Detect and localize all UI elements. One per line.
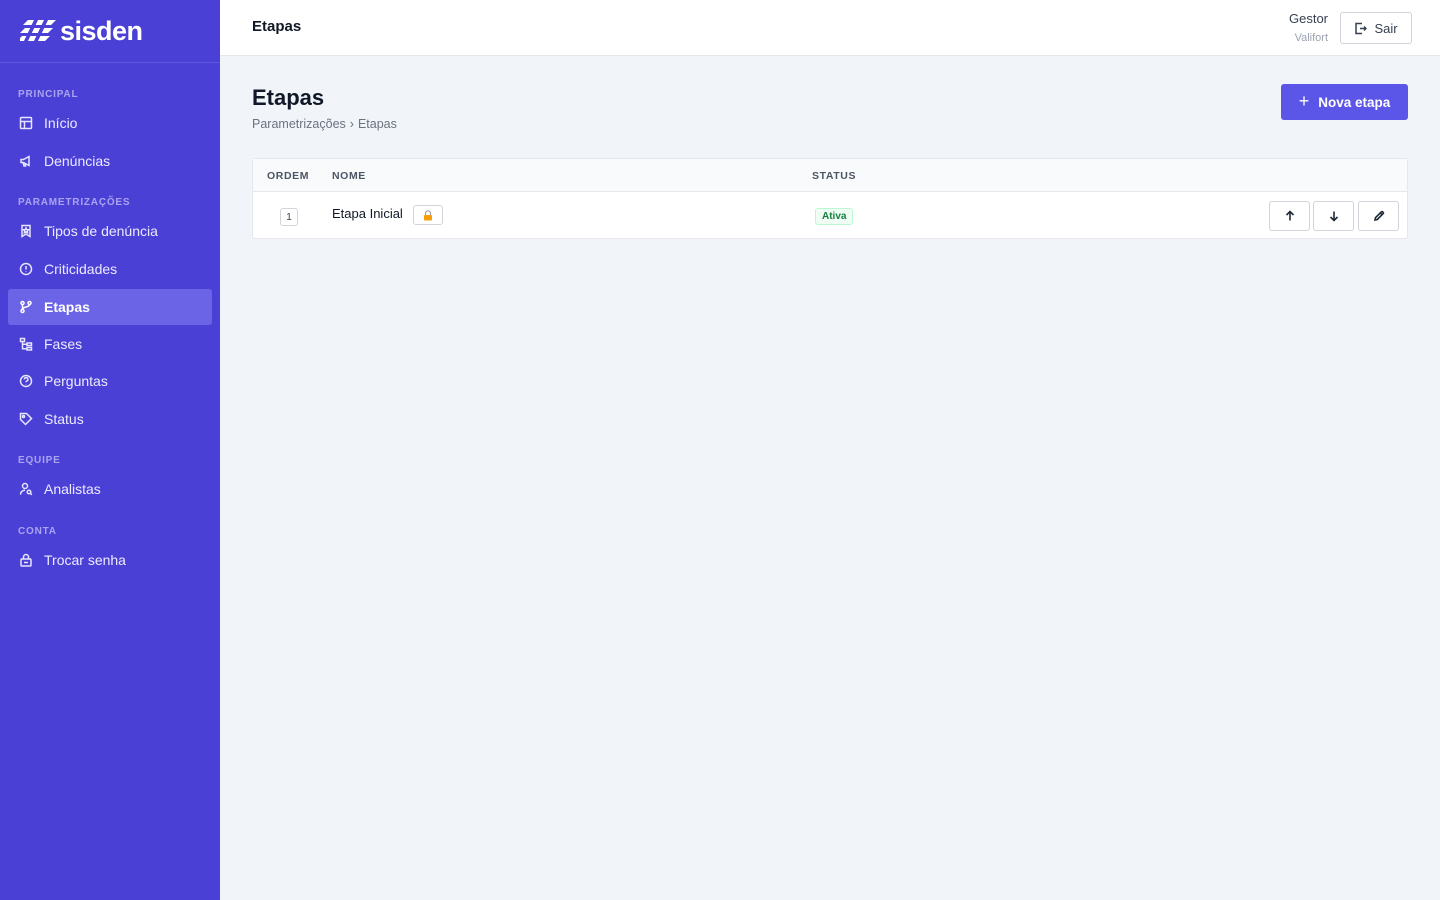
layout-icon [19,116,33,130]
locked-badge [413,205,443,225]
padlock-icon [424,209,432,220]
new-stage-button[interactable]: + Nova etapa [1281,84,1408,120]
user-organization: Valifort [1294,32,1328,44]
move-up-button[interactable] [1269,201,1310,231]
table-row: 1 Etapa Inicial Ativa [253,192,1407,239]
git-branch-icon [19,300,33,314]
sidebar-item-inicio[interactable]: Início [8,105,212,141]
nav-section-parametrizacoes: PARAMETRIZAÇÕES [18,197,131,208]
sidebar-item-criticidades[interactable]: Criticidades [8,251,212,287]
sidebar-item-status[interactable]: Status [8,401,212,437]
sidebar-item-label: Denúncias [44,153,111,169]
sidebar-item-label: Perguntas [44,373,108,389]
sidebar-item-label: Analistas [44,481,101,497]
sidebar-item-label: Criticidades [44,261,118,277]
sidebar-item-label: Etapas [44,299,90,315]
arrow-up-icon [1285,210,1294,221]
sidebar-item-analistas[interactable]: Analistas [8,471,212,507]
column-header-nome: NOME [332,170,366,182]
topbar-title: Etapas [252,18,302,35]
edit-button[interactable] [1358,201,1399,231]
sidebar-item-label: Status [44,411,84,427]
tree-icon [19,337,33,351]
sidebar-item-fases[interactable]: Fases [8,326,212,362]
megaphone-icon [19,154,33,168]
stages-table: ORDEM NOME STATUS 1 Etapa Inicial Ativa [252,158,1408,239]
sidebar-item-perguntas[interactable]: Perguntas [8,363,212,399]
nav-section-conta: CONTA [18,526,57,537]
stage-name: Etapa Inicial [332,206,403,221]
breadcrumb-item-etapas: Etapas [357,117,397,131]
new-stage-label: Nova etapa [1318,94,1391,110]
sidebar-item-etapas[interactable]: Etapas [8,289,212,325]
sidebar-item-tipos-de-denuncia[interactable]: Tipos de denúncia [8,213,212,249]
tag-icon [19,412,33,426]
breadcrumb-item-parametrizacoes[interactable]: Parametrizações [252,117,346,131]
sidebar-item-label: Tipos de denúncia [44,223,158,239]
move-down-button[interactable] [1313,201,1354,231]
alert-circle-icon [19,262,33,276]
sidebar: sisden PRINCIPAL Início Denúncias PARAME… [0,0,220,900]
breadcrumb: Parametrizações › Etapas [252,117,397,131]
sidebar-item-label: Trocar senha [44,552,126,568]
lock-icon [19,553,33,567]
column-header-status: STATUS [812,170,857,182]
brand-name: sisden [60,15,143,46]
bookmark-icon [19,224,33,238]
order-badge: 1 [280,208,298,226]
sisden-logo-icon [20,20,56,41]
logout-label: Sair [1374,20,1398,36]
breadcrumb-separator: › [349,117,354,131]
sidebar-item-trocar-senha[interactable]: Trocar senha [8,542,212,578]
arrow-down-icon [1329,211,1338,222]
plus-icon: + [1298,91,1310,111]
logout-button[interactable]: Sair [1340,12,1412,44]
page-title: Etapas [252,85,325,110]
user-name: Gestor [1288,11,1328,26]
table-header: ORDEM NOME STATUS [253,159,1407,192]
nav-section-equipe: EQUIPE [18,455,61,466]
pencil-icon [1373,210,1384,222]
help-circle-icon [19,374,33,388]
sidebar-item-denuncias[interactable]: Denúncias [8,143,212,179]
logout-icon [1355,22,1368,34]
topbar: Etapas Gestor Valifort Sair [220,0,1440,56]
status-badge: Ativa [815,208,854,225]
column-header-ordem: ORDEM [267,170,310,182]
sidebar-item-label: Fases [44,336,83,352]
sidebar-item-label: Início [44,115,78,131]
user-search-icon [19,482,33,496]
brand[interactable]: sisden [0,0,220,63]
nav-section-principal: PRINCIPAL [18,89,79,100]
